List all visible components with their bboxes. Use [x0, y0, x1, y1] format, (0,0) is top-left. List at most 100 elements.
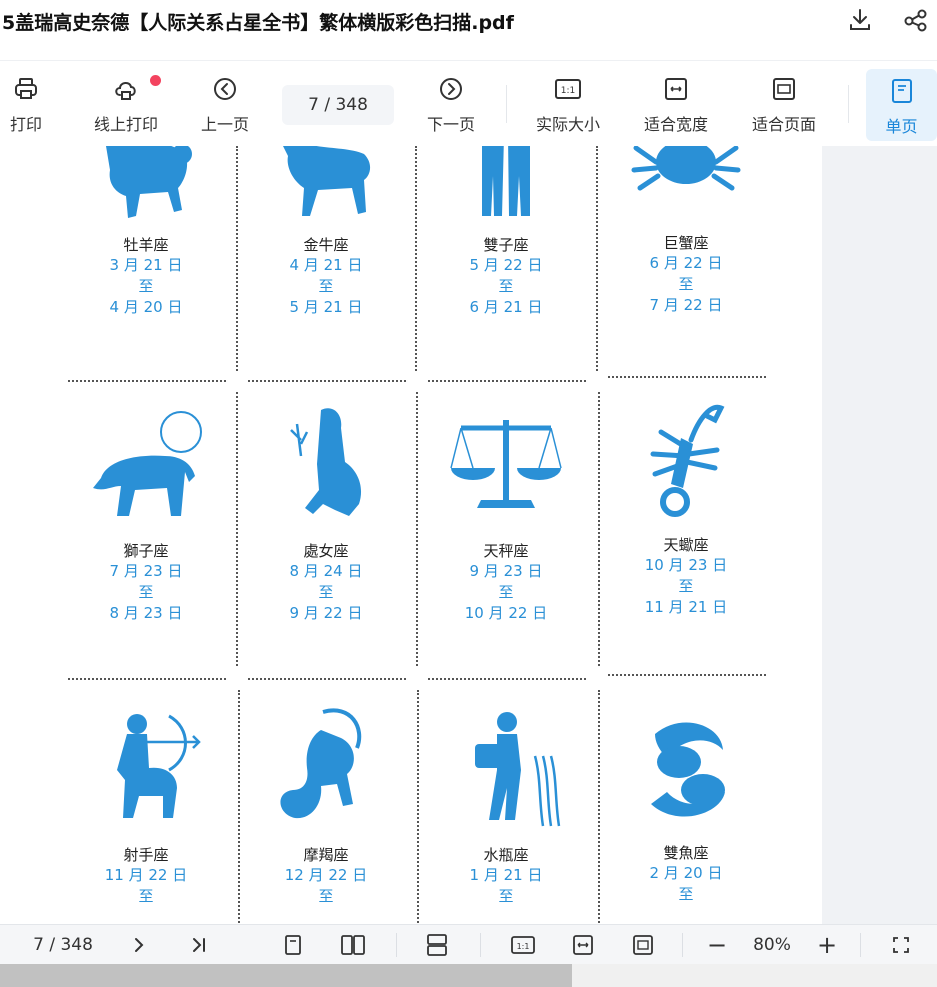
scrollbar-thumb[interactable] [0, 964, 572, 987]
fit-width-button[interactable]: 适合宽度 [636, 61, 716, 147]
sign-date-to-word: 至 [318, 583, 334, 601]
fit-page-small-icon[interactable] [628, 925, 658, 965]
chevron-left-circle-icon [211, 75, 239, 103]
zodiac-card-leo: 獅子座 7 月 23 日 至 8 月 23 日 [56, 404, 236, 624]
next-page-arrow-icon[interactable] [124, 925, 154, 965]
prev-page-button[interactable]: 上一页 [194, 61, 256, 147]
divider-line [608, 674, 766, 676]
sign-date-to: 10 月 22 日 [464, 604, 548, 622]
fit-width-icon [662, 75, 690, 103]
zoom-out-button[interactable]: − [700, 925, 734, 965]
document-title: 5盖瑞高史奈德【人际关系占星全书】繁体横版彩色扫描.pdf [2, 12, 514, 34]
divider-line [68, 380, 226, 382]
pisces-fish-icon [651, 722, 725, 817]
zodiac-card-sagittarius: 射手座 11 月 22 日 至 [56, 708, 236, 907]
capricorn-goat-icon [280, 708, 362, 819]
share-icon[interactable] [902, 6, 930, 34]
cancer-crab-icon [631, 146, 741, 191]
sign-date-from: 3 月 21 日 [109, 256, 183, 274]
svg-text:1:1: 1:1 [561, 86, 575, 96]
sign-date-to-word: 至 [678, 577, 694, 595]
online-print-label: 线上打印 [93, 115, 158, 134]
sign-name: 雙魚座 [663, 844, 709, 862]
prev-page-label: 上一页 [200, 115, 249, 134]
single-page-icon [888, 77, 916, 105]
print-label: 打印 [9, 115, 42, 134]
zodiac-card-taurus: 金牛座 4 月 21 日 至 5 月 21 日 [236, 146, 416, 318]
document-viewport[interactable]: 牡羊座 3 月 21 日 至 4 月 20 日 金牛座 4 月 21 日 至 5… [0, 146, 937, 924]
sign-date-from: 9 月 23 日 [469, 562, 543, 580]
notification-dot [150, 75, 161, 86]
sign-name: 天蠍座 [663, 536, 709, 554]
page-number-input[interactable]: 7 / 348 [282, 85, 394, 125]
svg-text:1:1: 1:1 [517, 942, 530, 951]
bottom-page-indicator[interactable]: 7 / 348 [18, 925, 108, 965]
single-page-label: 单页 [885, 117, 918, 136]
continuous-scroll-icon[interactable] [422, 925, 452, 965]
divider-line [428, 380, 586, 382]
actual-size-small-icon[interactable]: 1:1 [506, 925, 540, 965]
sign-name: 巨蟹座 [663, 234, 709, 252]
sign-date-from: 11 月 22 日 [104, 866, 188, 884]
divider-line [248, 380, 406, 382]
sign-date-to-word: 至 [498, 887, 514, 905]
sign-date-from: 5 月 22 日 [469, 256, 543, 274]
last-page-icon[interactable] [184, 925, 214, 965]
divider-line [608, 376, 766, 378]
zodiac-card-virgo: 處女座 8 月 24 日 至 9 月 22 日 [236, 404, 416, 624]
online-print-button[interactable]: 线上打印 [86, 61, 166, 147]
double-page-view-icon[interactable] [336, 925, 370, 965]
actual-size-icon: 1:1 [554, 75, 582, 103]
zoom-in-button[interactable]: + [810, 925, 844, 965]
actual-size-button[interactable]: 1:1 实际大小 [528, 61, 608, 147]
sign-date-to: 6 月 21 日 [469, 298, 543, 316]
fit-page-button[interactable]: 适合页面 [744, 61, 824, 147]
bottom-divider [396, 933, 397, 957]
fit-width-small-icon[interactable] [568, 925, 598, 965]
sign-name: 雙子座 [483, 236, 529, 254]
fit-page-label: 适合页面 [751, 115, 816, 134]
sign-date-to-word: 至 [678, 275, 694, 293]
scorpio-scorpion-icon [650, 404, 725, 517]
pdf-page: 牡羊座 3 月 21 日 至 4 月 20 日 金牛座 4 月 21 日 至 5… [0, 146, 822, 924]
horizontal-scrollbar[interactable] [0, 964, 937, 987]
sign-date-to-word: 至 [678, 885, 694, 903]
sign-date-to: 11 月 21 日 [644, 598, 728, 616]
sagittarius-archer-icon [117, 714, 201, 818]
printer-icon [12, 75, 40, 103]
sign-name: 獅子座 [123, 542, 169, 560]
sign-date-to-word: 至 [138, 887, 154, 905]
next-page-button[interactable]: 下一页 [420, 61, 482, 147]
fullscreen-icon[interactable] [886, 925, 916, 965]
chevron-right-circle-icon [437, 75, 465, 103]
virgo-maiden-icon [290, 408, 362, 516]
sign-date-to-word: 至 [498, 277, 514, 295]
divider-line [248, 678, 406, 680]
download-icon[interactable] [846, 6, 874, 34]
divider-line [428, 678, 586, 680]
leo-lion-icon [93, 411, 202, 516]
fit-page-icon [770, 75, 798, 103]
taurus-bull-icon [283, 146, 370, 216]
sign-date-to: 8 月 23 日 [109, 604, 183, 622]
single-page-view-icon[interactable] [278, 925, 308, 965]
zodiac-card-aquarius: 水瓶座 1 月 21 日 至 [416, 708, 596, 907]
sign-date-to: 9 月 22 日 [289, 604, 363, 622]
zoom-level[interactable]: 80% [742, 925, 802, 965]
sign-date-from: 2 月 20 日 [649, 864, 723, 882]
single-page-button[interactable]: 单页 [866, 69, 937, 141]
toolbar-divider [848, 85, 849, 123]
next-page-label: 下一页 [426, 115, 475, 134]
bottom-divider [682, 933, 683, 957]
sign-date-from: 4 月 21 日 [289, 256, 363, 274]
zodiac-card-gemini: 雙子座 5 月 22 日 至 6 月 21 日 [416, 146, 596, 318]
zodiac-card-cancer: 巨蟹座 6 月 22 日 至 7 月 22 日 [596, 146, 776, 316]
aries-ram-icon [106, 146, 192, 218]
print-button[interactable]: 打印 [0, 61, 52, 147]
sign-date-to-word: 至 [498, 583, 514, 601]
cloud-print-icon [112, 75, 140, 103]
sign-date-to-word: 至 [138, 277, 154, 295]
zodiac-card-libra: 天秤座 9 月 23 日 至 10 月 22 日 [416, 404, 596, 624]
sign-date-from: 7 月 23 日 [109, 562, 183, 580]
zodiac-card-aries: 牡羊座 3 月 21 日 至 4 月 20 日 [56, 146, 236, 318]
